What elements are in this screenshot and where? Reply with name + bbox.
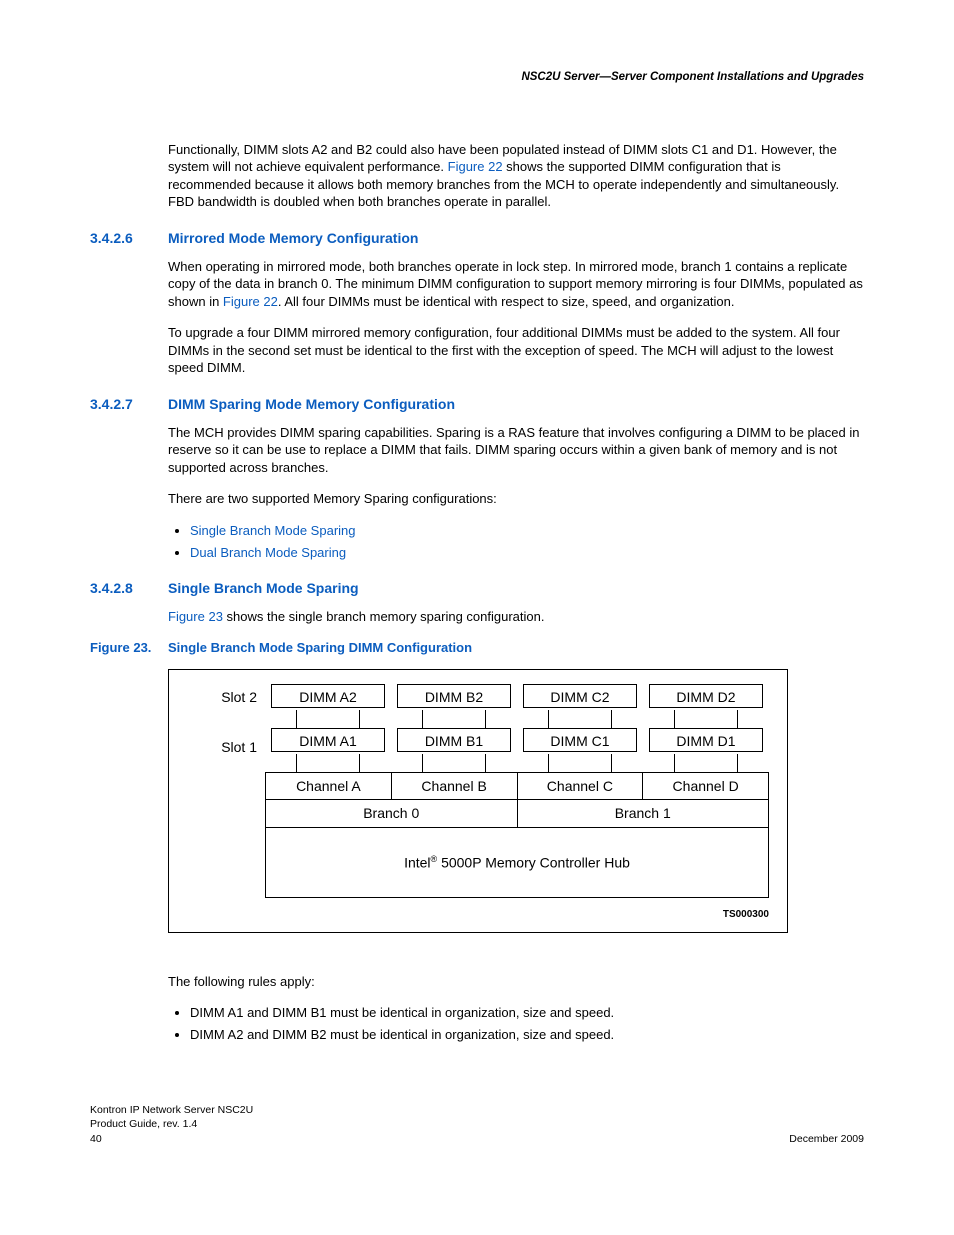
rules-list: DIMM A1 and DIMM B1 must be identical in… — [190, 1004, 864, 1043]
single-branch-link[interactable]: Single Branch Mode Sparing — [190, 523, 356, 538]
dual-branch-link[interactable]: Dual Branch Mode Sparing — [190, 545, 346, 560]
figure-number: Figure 23. — [90, 639, 168, 657]
intro-paragraph: Functionally, DIMM slots A2 and B2 could… — [168, 141, 864, 211]
page-number: 40 — [90, 1132, 253, 1146]
rules-intro: The following rules apply: — [168, 973, 864, 991]
section-title: Mirrored Mode Memory Configuration — [168, 229, 418, 248]
text: . All four DIMMs must be identical with … — [278, 294, 735, 309]
paragraph: There are two supported Memory Sparing c… — [168, 490, 864, 508]
section-3-4-2-6: 3.4.2.6 Mirrored Mode Memory Configurati… — [90, 229, 864, 248]
section-title: Single Branch Mode Sparing — [168, 579, 359, 598]
footer-date: December 2009 — [789, 1132, 864, 1146]
channel-c: Channel C — [517, 772, 643, 800]
sparing-config-list: Single Branch Mode Sparing Dual Branch M… — [190, 522, 864, 561]
dimm-c2: DIMM C2 — [523, 684, 636, 708]
figure-23-link[interactable]: Figure 23 — [168, 609, 223, 624]
figure-23-caption: Figure 23. Single Branch Mode Sparing DI… — [90, 639, 864, 657]
dimm-b1: DIMM B1 — [397, 728, 510, 752]
dimm-b2: DIMM B2 — [397, 684, 510, 708]
list-item: DIMM A2 and DIMM B2 must be identical in… — [190, 1026, 864, 1044]
paragraph: The MCH provides DIMM sparing capabiliti… — [168, 424, 864, 477]
figure-title: Single Branch Mode Sparing DIMM Configur… — [168, 639, 472, 657]
page-header: NSC2U Server—Server Component Installati… — [90, 70, 864, 86]
paragraph: To upgrade a four DIMM mirrored memory c… — [168, 324, 864, 377]
figure-22-link[interactable]: Figure 22 — [223, 294, 278, 309]
section-number: 3.4.2.8 — [90, 579, 168, 598]
section-3-4-2-8: 3.4.2.8 Single Branch Mode Sparing — [90, 579, 864, 598]
text: 5000P Memory Controller Hub — [437, 854, 630, 870]
dimm-d1: DIMM D1 — [649, 728, 762, 752]
list-item: Dual Branch Mode Sparing — [190, 544, 864, 562]
page-footer: Kontron IP Network Server NSC2U Product … — [90, 1103, 864, 1146]
slot-2-label: Slot 2 — [187, 684, 257, 710]
text: Intel — [404, 854, 430, 870]
dimm-a2: DIMM A2 — [271, 684, 384, 708]
dimm-c1: DIMM C1 — [523, 728, 636, 752]
text: shows the single branch memory sparing c… — [223, 609, 545, 624]
paragraph: When operating in mirrored mode, both br… — [168, 258, 864, 311]
memory-controller-hub: Intel® 5000P Memory Controller Hub — [265, 828, 769, 898]
dimm-diagram: Slot 2 Slot 1 DIMM A2 DIMM B2 DIMM C2 DI… — [168, 669, 788, 933]
branch-1: Branch 1 — [517, 800, 770, 828]
dimm-d2: DIMM D2 — [649, 684, 762, 708]
channel-d: Channel D — [642, 772, 769, 800]
footer-guide: Product Guide, rev. 1.4 — [90, 1117, 253, 1131]
diagram-code: TS000300 — [187, 908, 769, 922]
section-number: 3.4.2.6 — [90, 229, 168, 248]
section-number: 3.4.2.7 — [90, 395, 168, 414]
dimm-a1: DIMM A1 — [271, 728, 384, 752]
slot-1-label: Slot 1 — [187, 734, 257, 760]
channel-a: Channel A — [265, 772, 391, 800]
section-3-4-2-7: 3.4.2.7 DIMM Sparing Mode Memory Configu… — [90, 395, 864, 414]
paragraph: Figure 23 shows the single branch memory… — [168, 608, 864, 626]
list-item: Single Branch Mode Sparing — [190, 522, 864, 540]
figure-22-link[interactable]: Figure 22 — [448, 159, 503, 174]
footer-product: Kontron IP Network Server NSC2U — [90, 1103, 253, 1117]
list-item: DIMM A1 and DIMM B1 must be identical in… — [190, 1004, 864, 1022]
branch-0: Branch 0 — [265, 800, 517, 828]
section-title: DIMM Sparing Mode Memory Configuration — [168, 395, 455, 414]
channel-b: Channel B — [391, 772, 517, 800]
